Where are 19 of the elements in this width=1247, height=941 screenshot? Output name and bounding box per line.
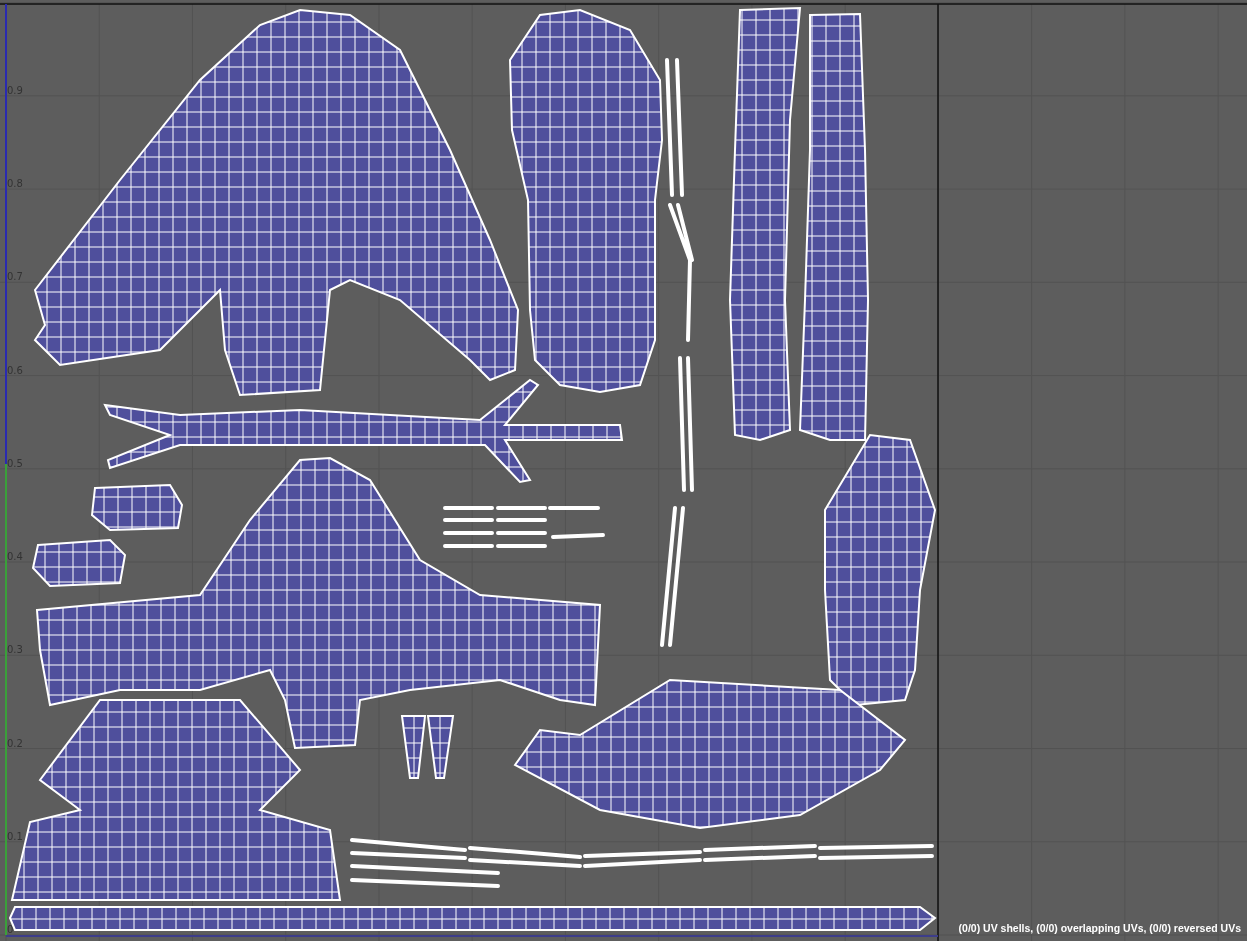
uv-shell[interactable] [798,13,869,441]
uv-shell[interactable] [35,457,602,750]
uv-shell[interactable] [729,6,802,442]
uv-strip[interactable] [350,838,934,888]
uv-shell[interactable] [400,715,427,779]
uv-shell[interactable] [509,8,663,393]
uv-strip[interactable] [443,506,605,548]
uv-shell[interactable] [824,433,937,707]
status-text: (0/0) UV shells, (0/0) overlapping UVs, (0/0) reversed UVs [958,922,1241,934]
uv-shell[interactable] [426,715,455,779]
uv-shell[interactable] [90,483,184,531]
uv-strip[interactable] [678,356,694,492]
uv-shell[interactable] [513,679,907,829]
uv-shell[interactable] [33,9,519,397]
uv-shell[interactable] [31,538,127,587]
uv-shell[interactable] [8,906,937,931]
uv-strip[interactable] [665,58,684,197]
uv-strip[interactable] [660,506,685,647]
uv-strip[interactable] [668,203,694,342]
